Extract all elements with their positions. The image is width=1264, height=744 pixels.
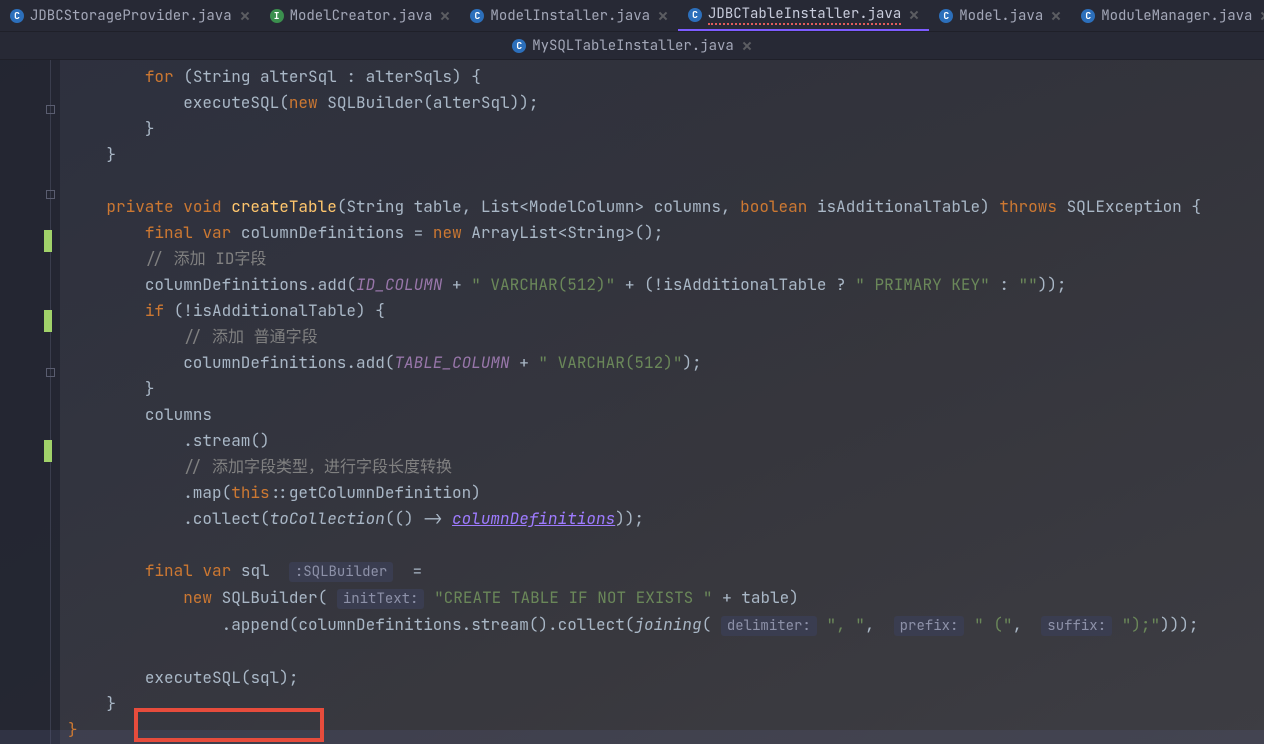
editor-tabbar: C JDBCStorageProvider.java I ModelCreator.j… <box>0 0 1264 32</box>
file-type-icon: C <box>10 9 24 23</box>
editor-tabbar-2: C MySQLTableInstaller.java <box>0 32 1264 60</box>
editor-tab[interactable]: C ModelInstaller.java <box>460 0 678 31</box>
change-marker <box>44 310 52 332</box>
file-type-icon: C <box>1081 9 1095 23</box>
editor[interactable]: for (String alterSql : alterSqls) { exec… <box>0 60 1264 744</box>
tab-label: ModelCreator.java <box>290 7 433 25</box>
file-type-icon: C <box>512 39 526 53</box>
editor-tab[interactable]: C ModuleManager.java <box>1071 0 1264 31</box>
close-icon[interactable] <box>658 11 668 21</box>
code-content[interactable]: for (String alterSql : alterSqls) { exec… <box>60 60 1264 744</box>
tab-label: Model.java <box>959 7 1043 25</box>
fold-toggle-icon[interactable] <box>46 368 55 377</box>
fold-guide-line <box>50 60 51 744</box>
tab-label: MySQLTableInstaller.java <box>532 37 734 55</box>
tab-label: ModuleManager.java <box>1101 7 1252 25</box>
editor-tab[interactable]: C JDBCTableInstaller.java <box>678 0 929 31</box>
close-icon[interactable] <box>909 10 919 20</box>
close-icon[interactable] <box>440 11 450 21</box>
close-icon[interactable] <box>1051 11 1061 21</box>
file-type-icon: C <box>470 9 484 23</box>
fold-toggle-icon[interactable] <box>46 190 55 199</box>
file-type-icon: C <box>688 8 702 22</box>
editor-tab[interactable]: C MySQLTableInstaller.java <box>502 32 762 59</box>
tab-label: ModelInstaller.java <box>490 7 650 25</box>
editor-tab[interactable]: C JDBCStorageProvider.java <box>0 0 260 31</box>
file-type-icon: I <box>270 9 284 23</box>
tab-label: JDBCStorageProvider.java <box>30 7 232 25</box>
file-type-icon: C <box>939 9 953 23</box>
gutter <box>0 60 60 744</box>
editor-tab[interactable]: I ModelCreator.java <box>260 0 461 31</box>
change-marker <box>44 440 52 462</box>
close-icon[interactable] <box>1260 11 1264 21</box>
highlight-box <box>134 708 324 742</box>
code-area[interactable]: for (String alterSql : alterSqls) { exec… <box>60 60 1264 744</box>
change-marker <box>44 230 52 252</box>
tab-label: JDBCTableInstaller.java <box>708 5 901 25</box>
close-icon[interactable] <box>240 11 250 21</box>
editor-tab[interactable]: C Model.java <box>929 0 1071 31</box>
fold-toggle-icon[interactable] <box>46 105 55 114</box>
close-icon[interactable] <box>742 41 752 51</box>
